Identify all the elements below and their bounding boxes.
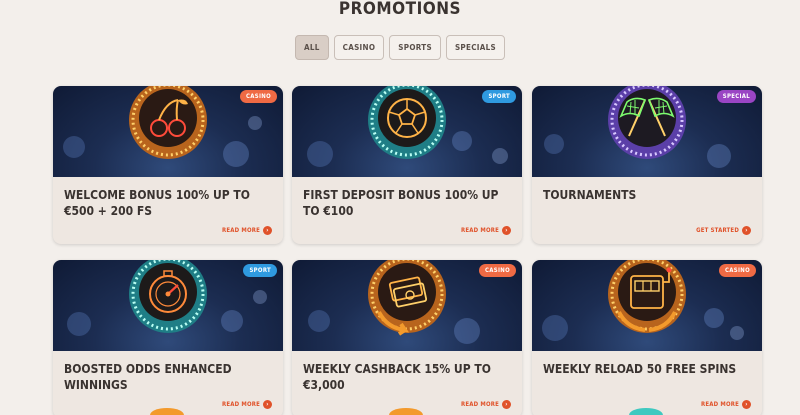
read-more-link[interactable]: READ MORE › <box>701 400 751 409</box>
category-badge: SPECIAL <box>716 90 756 103</box>
read-more-link[interactable]: READ MORE › <box>222 226 272 235</box>
promo-card-weekly-reload[interactable]: CASINO WEEKLY RELOAD 50 FREE SPINS READ … <box>532 260 762 415</box>
promo-card-title: WEEKLY RELOAD 50 FREE SPINS <box>543 362 737 376</box>
promo-card-title: FIRST DEPOSIT BONUS 100% UP TO €100 <box>303 188 499 218</box>
read-more-link[interactable]: READ MORE › <box>461 400 511 409</box>
promo-card-title: TOURNAMENTS <box>543 188 637 202</box>
category-badge: CASINO <box>479 264 516 277</box>
read-more-label: READ MORE <box>222 227 260 234</box>
cherries-icon <box>129 86 207 159</box>
category-badge: SPORT <box>482 90 516 103</box>
get-started-link[interactable]: GET STARTED › <box>696 226 751 235</box>
chevron-right-icon: › <box>502 400 511 409</box>
filter-sports-button[interactable]: SPORTS <box>389 35 441 60</box>
read-more-label: READ MORE <box>701 401 739 408</box>
category-badge: SPORT <box>243 264 277 277</box>
read-more-label: READ MORE <box>461 401 499 408</box>
read-more-link[interactable]: READ MORE › <box>222 400 272 409</box>
read-more-link[interactable]: READ MORE › <box>461 226 511 235</box>
next-card-peek <box>150 408 184 415</box>
read-more-label: READ MORE <box>222 401 260 408</box>
chevron-right-icon: › <box>263 226 272 235</box>
promo-card-title: BOOSTED ODDS ENHANCED WINNINGS <box>64 362 232 392</box>
promo-card-boosted-odds[interactable]: SPORT BOOSTED ODDS ENHANCED WINNINGS REA… <box>53 260 283 415</box>
chevron-right-icon: › <box>742 226 751 235</box>
category-badge: CASINO <box>240 90 277 103</box>
next-card-peek <box>389 408 423 415</box>
promo-card-weekly-cashback[interactable]: CASINO WEEKLY CASHBACK 15% UP TO €3,000 … <box>292 260 522 415</box>
slot-machine-icon <box>608 260 686 333</box>
chevron-right-icon: › <box>263 400 272 409</box>
speedometer-icon <box>129 260 207 333</box>
promo-card-title: WEEKLY CASHBACK 15% UP TO €3,000 <box>303 362 491 392</box>
filter-specials-button[interactable]: SPECIALS <box>445 35 506 60</box>
filter-tabs: ALL CASINO SPORTS SPECIALS <box>0 35 800 60</box>
checkered-flags-icon <box>608 86 686 159</box>
next-card-peek <box>629 408 663 415</box>
category-badge: CASINO <box>719 264 756 277</box>
chevron-right-icon: › <box>742 400 751 409</box>
filter-casino-button[interactable]: CASINO <box>333 35 385 60</box>
chevron-right-icon: › <box>502 226 511 235</box>
soccer-ball-icon <box>368 86 446 159</box>
promo-card-welcome-bonus[interactable]: CASINO WELCOME BONUS 100% UP TO €500 + 2… <box>53 86 283 244</box>
page-title: PROMOTIONS <box>338 0 462 19</box>
get-started-label: GET STARTED <box>696 227 739 234</box>
promo-card-tournaments[interactable]: SPECIAL TOURNAMENTS GET STARTED › <box>532 86 762 244</box>
promo-card-first-deposit[interactable]: SPORT FIRST DEPOSIT BONUS 100% UP TO €10… <box>292 86 522 244</box>
promo-card-title: WELCOME BONUS 100% UP TO €500 + 200 FS <box>64 188 250 218</box>
cash-back-icon <box>368 260 446 336</box>
read-more-label: READ MORE <box>461 227 499 234</box>
filter-all-button[interactable]: ALL <box>294 35 329 60</box>
